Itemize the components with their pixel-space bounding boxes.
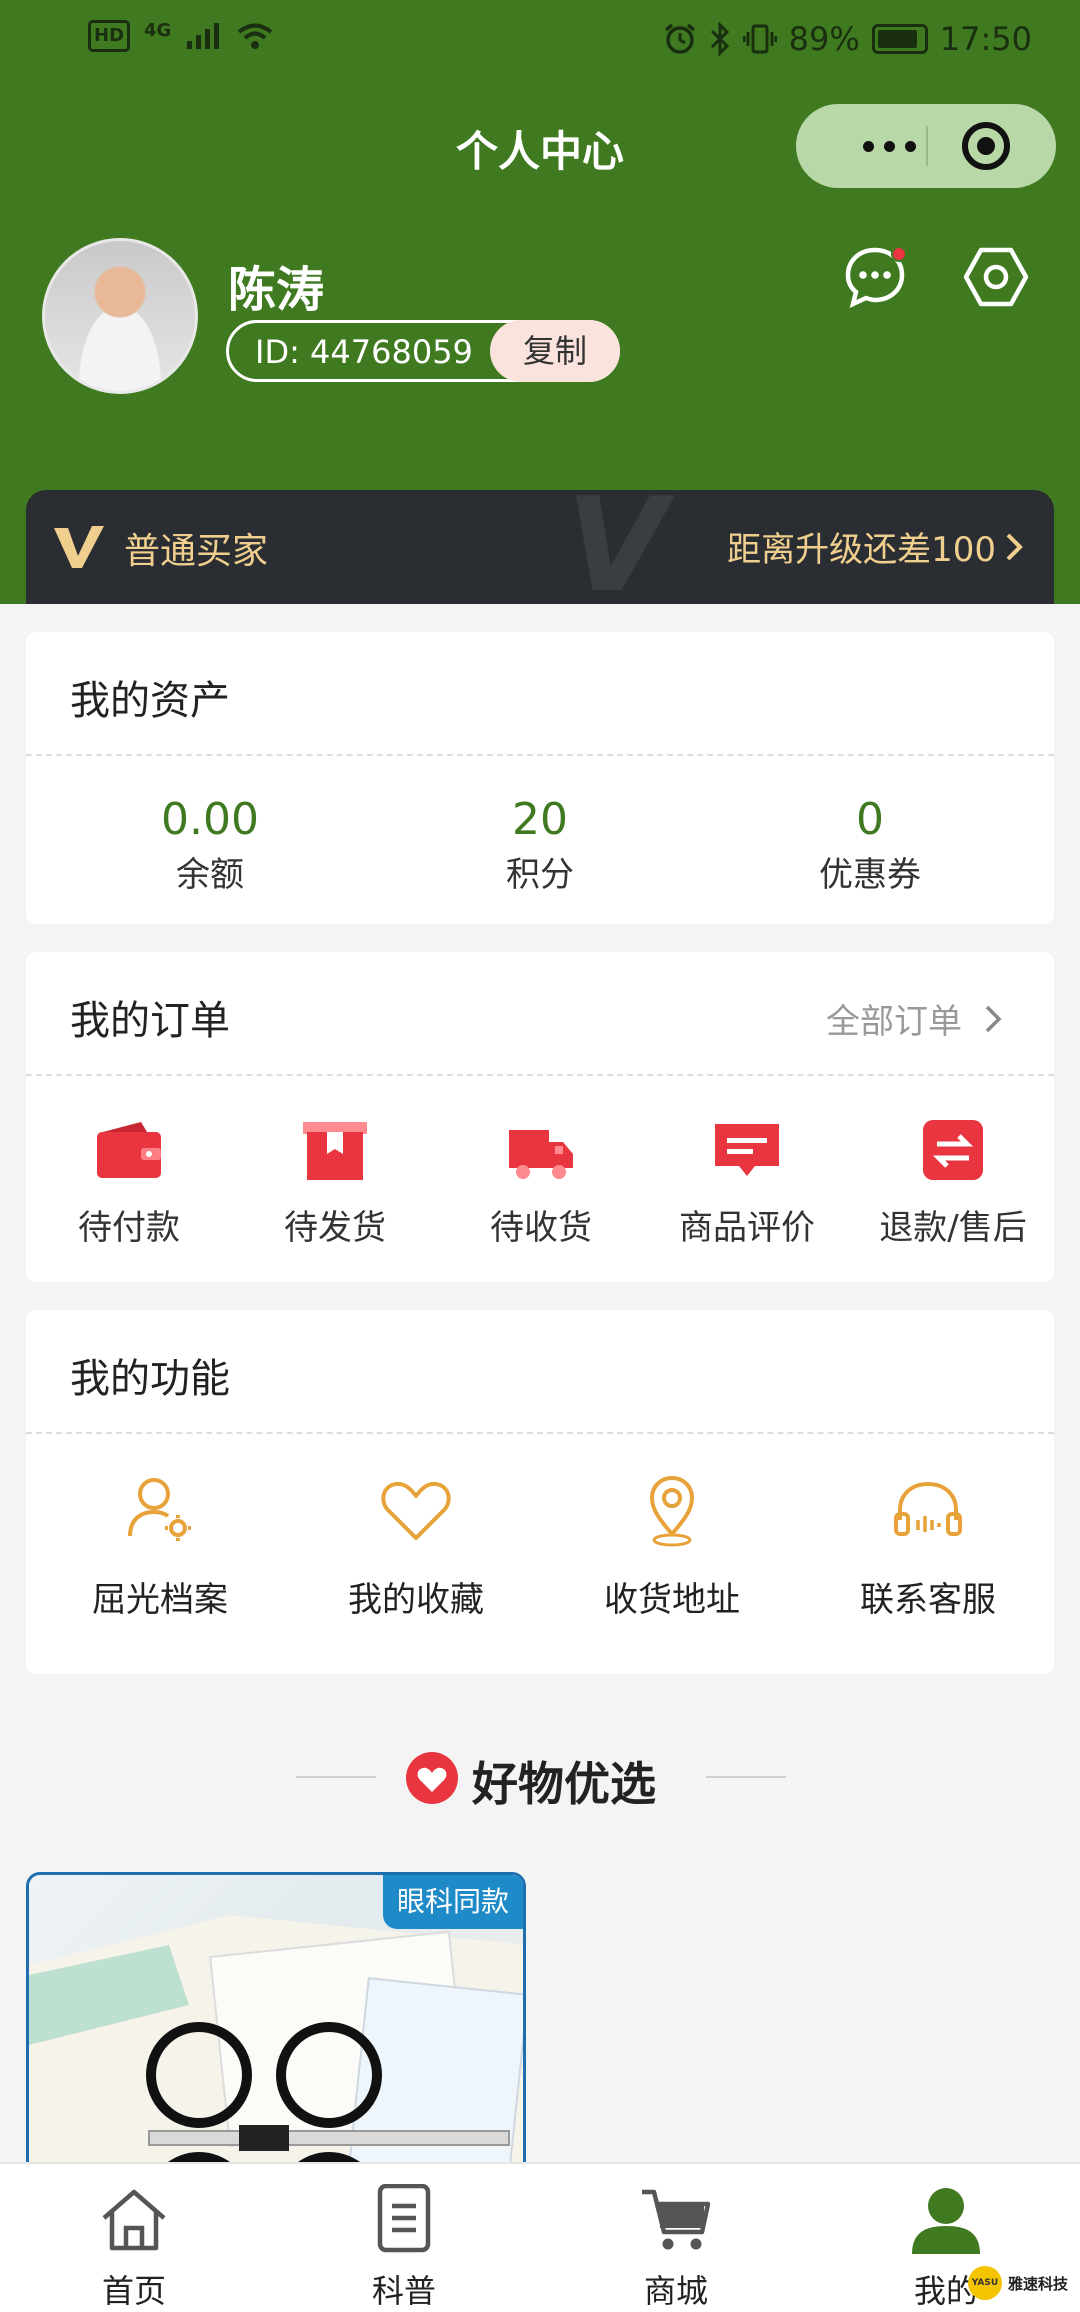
order-refund[interactable]: 退款/售后 (858, 1118, 1048, 1249)
asset-balance[interactable]: 0.00 余额 (60, 794, 360, 896)
asset-coupons[interactable]: 0 优惠券 (720, 794, 1020, 896)
orders-title: 我的订单 (70, 998, 230, 1044)
func-label: 屈光档案 (92, 1580, 228, 1620)
heart-icon (381, 1481, 451, 1540)
hd-badge: HD (88, 20, 131, 52)
bluetooth-icon (710, 22, 729, 56)
orders-card: 我的订单 全部订单 待付款 待发货 待收货 商品评价 退款/售后 (26, 952, 1054, 1282)
vip-upgrade[interactable]: 距离升级还差100 (727, 522, 1024, 571)
cart-icon (642, 2189, 711, 2250)
wifi-icon (238, 23, 273, 49)
tab-bar: 首页 科普 商城 我的 (0, 2162, 1080, 2312)
func-label: 我的收藏 (348, 1580, 484, 1620)
heart-badge-icon (406, 1752, 458, 1804)
user-id-pill: ID: 44768059 复制 (226, 320, 620, 382)
status-bar: HD 4G 89% 17:50 (0, 0, 1080, 80)
status-left: HD 4G (88, 20, 275, 52)
asset-label: 优惠券 (819, 855, 921, 895)
battery-icon (871, 24, 928, 54)
user-icon (912, 2188, 980, 2254)
tab-mall[interactable]: 商城 (586, 2184, 766, 2312)
vip-logo-icon (54, 526, 104, 568)
truck-icon (509, 1130, 573, 1179)
yasu-watermark: YASU 雅速科技 (968, 2266, 1068, 2300)
tab-label: 科普 (371, 2272, 436, 2310)
vip-watermark-logo: V (566, 490, 667, 604)
tab-label: 商城 (643, 2272, 708, 2310)
recommend-title: 好物优选 (472, 1757, 656, 1811)
all-orders-label: 全部订单 (826, 1002, 962, 1042)
settings-icon[interactable] (962, 244, 1030, 310)
all-orders-link[interactable]: 全部订单 (826, 994, 1002, 1043)
assets-divider (26, 754, 1054, 756)
vip-level: 普通买家 (124, 531, 269, 572)
product-badge: 眼科同款 (383, 1875, 523, 1929)
status-right: 89% 17:50 (663, 20, 1032, 58)
asset-value: 0 (856, 794, 884, 845)
capsule-divider (926, 126, 928, 166)
tab-home[interactable]: 首页 (44, 2184, 224, 2312)
order-pending-shipment[interactable]: 待发货 (240, 1118, 430, 1249)
assets-card: 我的资产 0.00 余额 20 积分 0 优惠券 (26, 632, 1054, 924)
order-label: 待发货 (284, 1208, 386, 1248)
signal-icon (187, 23, 220, 49)
chevron-right-icon (1006, 533, 1023, 560)
package-icon (303, 1122, 367, 1180)
assets-title: 我的资产 (70, 678, 230, 724)
section-line-right (706, 1776, 786, 1778)
func-address[interactable]: 收货地址 (552, 1470, 792, 1621)
functions-title: 我的功能 (70, 1356, 230, 1402)
asset-value: 0.00 (161, 794, 259, 845)
func-favorites[interactable]: 我的收藏 (296, 1470, 536, 1621)
status-time: 17:50 (939, 20, 1032, 58)
order-label: 退款/售后 (879, 1208, 1027, 1248)
func-label: 收货地址 (604, 1580, 740, 1620)
func-refraction-record[interactable]: 屈光档案 (40, 1470, 280, 1621)
vibrate-icon (742, 24, 777, 54)
close-mini-program-button[interactable] (962, 122, 1010, 170)
user-name: 陈涛 (228, 262, 325, 318)
yasu-name: 雅速科技 (1008, 2274, 1069, 2293)
chevron-right-icon (985, 1005, 1002, 1032)
headset-icon (894, 1481, 962, 1536)
tab-label: 首页 (101, 2272, 166, 2310)
functions-divider (26, 1432, 1054, 1434)
vip-bar[interactable]: V 普通买家 距离升级还差100 (26, 490, 1054, 604)
location-icon (649, 1475, 695, 1547)
asset-points[interactable]: 20 积分 (390, 794, 690, 896)
battery-percent: 89% (788, 20, 860, 58)
document-icon (377, 2183, 431, 2253)
network-label: 4G (144, 20, 172, 41)
recommend-header: 好物优选 (0, 1742, 1080, 1812)
order-label: 待付款 (78, 1208, 180, 1248)
comment-icon (715, 1124, 779, 1176)
asset-label: 积分 (506, 855, 574, 895)
func-customer-service[interactable]: 联系客服 (808, 1470, 1048, 1621)
order-label: 待收货 (490, 1208, 592, 1248)
asset-value: 20 (512, 794, 568, 845)
refund-icon (923, 1120, 983, 1180)
home-icon (102, 2189, 166, 2251)
section-line-left (296, 1776, 376, 1778)
orders-divider (26, 1074, 1054, 1076)
message-icon[interactable] (842, 244, 908, 310)
user-id: ID: 44768059 (255, 333, 473, 371)
order-pending-payment[interactable]: 待付款 (34, 1118, 224, 1249)
wallet-icon (97, 1122, 161, 1178)
mini-program-capsule (796, 104, 1056, 188)
copy-id-button[interactable]: 复制 (490, 320, 620, 382)
order-review[interactable]: 商品评价 (652, 1118, 842, 1249)
vip-upgrade-text: 距离升级还差100 (727, 530, 996, 570)
alarm-icon (664, 23, 695, 54)
functions-card: 我的功能 屈光档案 我的收藏 收货地址 联系客服 (26, 1310, 1054, 1674)
avatar[interactable] (42, 238, 198, 394)
order-label: 商品评价 (679, 1208, 815, 1248)
user-settings-icon (128, 1478, 191, 1541)
tab-science[interactable]: 科普 (314, 2183, 494, 2312)
func-label: 联系客服 (860, 1580, 996, 1620)
asset-label: 余额 (176, 855, 244, 895)
yasu-logo: YASU (968, 2266, 1002, 2300)
order-pending-receipt[interactable]: 待收货 (446, 1118, 636, 1249)
